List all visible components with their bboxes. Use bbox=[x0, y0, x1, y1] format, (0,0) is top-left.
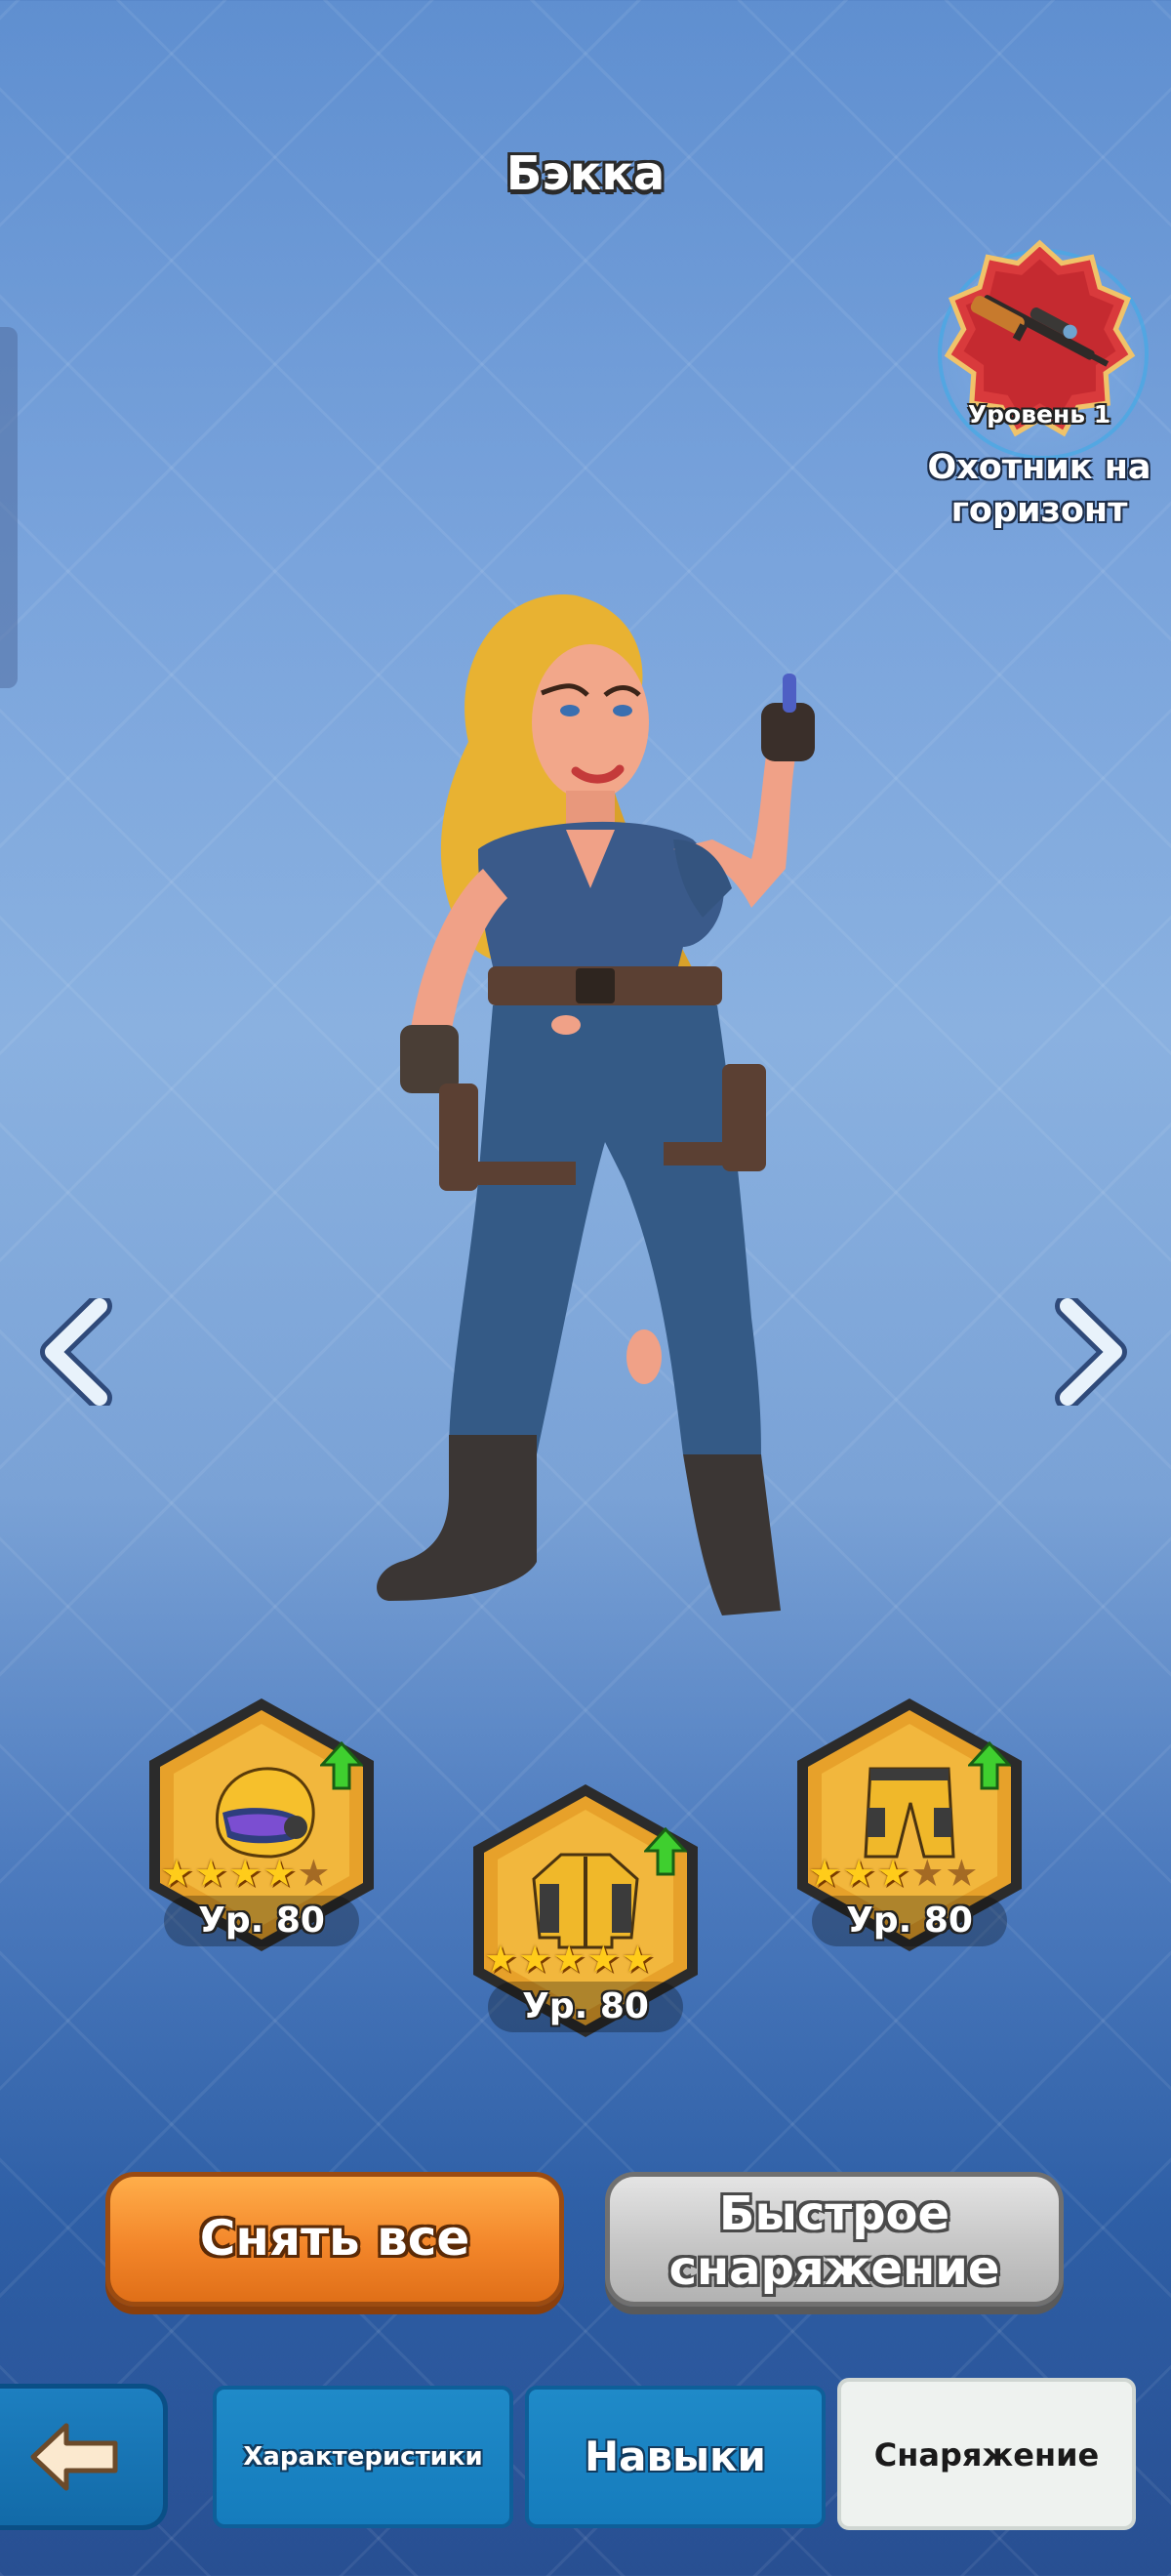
back-button[interactable] bbox=[0, 2384, 168, 2530]
tab-equipment[interactable]: Снаряжение bbox=[837, 2378, 1136, 2530]
star-icon: ★ bbox=[160, 1852, 194, 1895]
star-icon: ★ bbox=[586, 1938, 621, 1981]
star-empty-icon: ★ bbox=[945, 1852, 979, 1895]
hero-name: Бэкка bbox=[505, 146, 666, 201]
star-rating: ★ ★ ★ ★ ★ bbox=[160, 1855, 330, 1892]
star-icon: ★ bbox=[552, 1938, 586, 1981]
quick-equip-label-line1: Быстрое bbox=[718, 2187, 950, 2241]
quick-equip-label-line2: снаряжение bbox=[668, 2241, 1000, 2296]
tab-skills[interactable]: Навыки bbox=[525, 2386, 826, 2528]
unequip-all-button[interactable]: Снять все bbox=[105, 2172, 564, 2307]
helmet-icon bbox=[215, 1767, 315, 1859]
star-icon: ★ bbox=[842, 1852, 876, 1895]
upgrade-arrow-icon bbox=[320, 1741, 363, 1790]
gear-level: Ур. 80 bbox=[488, 1982, 683, 2032]
chevron-right-icon[interactable] bbox=[1054, 1298, 1128, 1406]
star-icon: ★ bbox=[808, 1852, 842, 1895]
star-icon: ★ bbox=[262, 1852, 297, 1895]
star-icon: ★ bbox=[621, 1938, 655, 1981]
star-empty-icon: ★ bbox=[910, 1852, 945, 1895]
tab-stats[interactable]: Характеристики bbox=[213, 2386, 513, 2528]
weapon-name: Охотник на горизонт bbox=[903, 446, 1171, 532]
weapon-badge[interactable]: Уровень 1 Охотник на горизонт bbox=[927, 239, 1151, 561]
star-icon: ★ bbox=[518, 1938, 552, 1981]
jacket-icon bbox=[532, 1853, 639, 1949]
star-empty-icon: ★ bbox=[297, 1852, 331, 1895]
star-icon: ★ bbox=[876, 1852, 910, 1895]
star-icon: ★ bbox=[484, 1938, 518, 1981]
gear-slot-jacket[interactable]: ★ ★ ★ ★ ★ Ур. 80 bbox=[459, 1777, 712, 2045]
weapon-name-line2: горизонт bbox=[950, 491, 1128, 530]
upgrade-arrow-icon bbox=[968, 1741, 1011, 1790]
gear-slot-pants[interactable]: ★ ★ ★ ★ ★ Ур. 80 bbox=[783, 1691, 1036, 1959]
gear-level: Ур. 80 bbox=[812, 1896, 1007, 1946]
star-rating: ★ ★ ★ ★ ★ bbox=[808, 1855, 978, 1892]
gear-level: Ур. 80 bbox=[164, 1896, 359, 1946]
chevron-left-icon[interactable] bbox=[39, 1298, 113, 1406]
weapon-name-line1: Охотник на bbox=[927, 448, 1151, 487]
weapon-level: Уровень 1 bbox=[967, 400, 1111, 429]
side-panel-handle[interactable] bbox=[0, 327, 18, 688]
upgrade-arrow-icon bbox=[644, 1827, 687, 1876]
hero-character bbox=[377, 594, 815, 1615]
gear-slot-helmet[interactable]: ★ ★ ★ ★ ★ Ур. 80 bbox=[135, 1691, 388, 1959]
star-icon: ★ bbox=[194, 1852, 228, 1895]
star-rating: ★ ★ ★ ★ ★ bbox=[484, 1941, 654, 1978]
quick-equip-button[interactable]: Быстрое снаряжение bbox=[605, 2172, 1064, 2307]
back-arrow-icon bbox=[30, 2423, 118, 2491]
pants-icon bbox=[864, 1767, 955, 1859]
star-icon: ★ bbox=[228, 1852, 262, 1895]
